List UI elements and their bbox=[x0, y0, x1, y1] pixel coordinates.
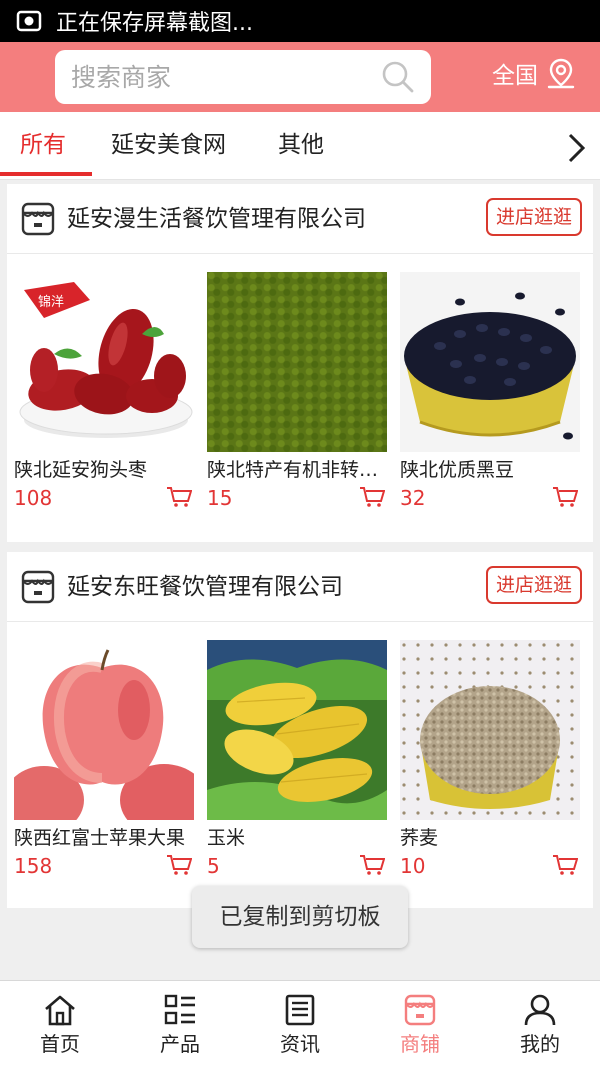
nav-stores[interactable]: 商铺 bbox=[360, 981, 480, 1067]
product-name: 陕北优质黑豆 bbox=[400, 459, 515, 481]
product-list-icon bbox=[164, 994, 195, 1025]
location-pin-icon bbox=[547, 58, 575, 89]
product-item[interactable]: 玉米 5 bbox=[207, 640, 387, 878]
product-item[interactable]: 陕西红富士苹果大果 158 bbox=[14, 640, 194, 878]
nav-home[interactable]: 首页 bbox=[0, 981, 120, 1067]
nav-label: 商铺 bbox=[400, 1032, 440, 1056]
cart-icon[interactable] bbox=[552, 854, 578, 876]
tab-all[interactable]: 所有 bbox=[20, 112, 66, 180]
status-bar: 正在保存屏幕截图... bbox=[0, 0, 600, 42]
store-header[interactable]: 延安东旺餐饮管理有限公司 进店逛逛 bbox=[7, 552, 593, 622]
product-item[interactable]: 陕北特产有机非转基因绿豆 15 bbox=[207, 272, 387, 510]
nav-label: 我的 bbox=[520, 1032, 560, 1056]
product-name: 陕北延安狗头枣 bbox=[14, 459, 148, 481]
bottom-nav: 首页 产品 资讯 商铺 我的 bbox=[0, 980, 600, 1067]
product-image-jujube[interactable]: 锦洋 bbox=[14, 272, 194, 452]
news-icon bbox=[285, 994, 315, 1026]
visit-store-button[interactable]: 进店逛逛 bbox=[486, 566, 582, 604]
store-icon bbox=[21, 570, 55, 604]
product-name: 荞麦 bbox=[400, 827, 439, 849]
status-text: 正在保存屏幕截图... bbox=[56, 11, 253, 36]
visit-store-button[interactable]: 进店逛逛 bbox=[486, 198, 582, 236]
screenshot-icon bbox=[16, 10, 42, 32]
product-item[interactable]: 陕北优质黑豆 32 bbox=[400, 272, 580, 510]
cart-icon[interactable] bbox=[359, 486, 385, 508]
brand-logo-text: 锦洋 bbox=[38, 295, 64, 310]
store-card: 延安东旺餐饮管理有限公司 进店逛逛 陕西红富士苹果大果 158 玉米 5 荞麦 … bbox=[7, 552, 593, 908]
nav-label: 资讯 bbox=[280, 1032, 320, 1056]
toast-message: 已复制到剪切板 bbox=[192, 886, 408, 948]
search-input[interactable] bbox=[71, 56, 361, 98]
active-tab-indicator bbox=[0, 172, 92, 176]
cart-icon[interactable] bbox=[166, 854, 192, 876]
product-image-mung-beans[interactable] bbox=[207, 272, 387, 452]
store-header[interactable]: 延安漫生活餐饮管理有限公司 进店逛逛 bbox=[7, 184, 593, 254]
nav-label: 产品 bbox=[160, 1032, 200, 1056]
store-name[interactable]: 延安漫生活餐饮管理有限公司 bbox=[67, 201, 366, 237]
product-image-apple[interactable] bbox=[14, 640, 194, 820]
store-name[interactable]: 延安东旺餐饮管理有限公司 bbox=[67, 569, 343, 605]
product-image-buckwheat[interactable] bbox=[400, 640, 580, 820]
tab-other[interactable]: 其他 bbox=[278, 112, 324, 180]
home-icon bbox=[45, 995, 75, 1026]
product-item[interactable]: 荞麦 10 bbox=[400, 640, 580, 878]
product-name: 玉米 bbox=[207, 827, 246, 849]
store-icon bbox=[21, 202, 55, 236]
chevron-right-icon[interactable] bbox=[564, 132, 588, 164]
product-name: 陕西红富士苹果大果 bbox=[14, 827, 186, 849]
cart-icon[interactable] bbox=[359, 854, 385, 876]
nav-label: 首页 bbox=[40, 1032, 80, 1056]
region-selector[interactable]: 全国 bbox=[492, 56, 576, 90]
search-box[interactable] bbox=[55, 50, 431, 104]
region-label: 全国 bbox=[492, 63, 538, 89]
search-icon[interactable] bbox=[381, 60, 415, 94]
product-item[interactable]: 锦洋 陕北延安狗头枣 108 bbox=[14, 272, 194, 510]
nav-products[interactable]: 产品 bbox=[120, 981, 240, 1067]
category-tabs: 所有 延安美食网 其他 bbox=[0, 112, 600, 180]
product-image-corn[interactable] bbox=[207, 640, 387, 820]
nav-mine[interactable]: 我的 bbox=[480, 981, 600, 1067]
tab-yanan-food[interactable]: 延安美食网 bbox=[111, 112, 226, 180]
nav-news[interactable]: 资讯 bbox=[240, 981, 360, 1067]
product-name: 陕北特产有机非转基因绿豆 bbox=[207, 459, 387, 481]
cart-icon[interactable] bbox=[552, 486, 578, 508]
cart-icon[interactable] bbox=[166, 486, 192, 508]
store-icon bbox=[404, 994, 436, 1026]
header: 全国 bbox=[0, 42, 600, 112]
product-image-black-beans[interactable] bbox=[400, 272, 580, 452]
store-card: 延安漫生活餐饮管理有限公司 进店逛逛 锦洋 陕北延安狗头枣 108 陕北特产有机… bbox=[7, 184, 593, 542]
user-icon bbox=[524, 994, 556, 1026]
